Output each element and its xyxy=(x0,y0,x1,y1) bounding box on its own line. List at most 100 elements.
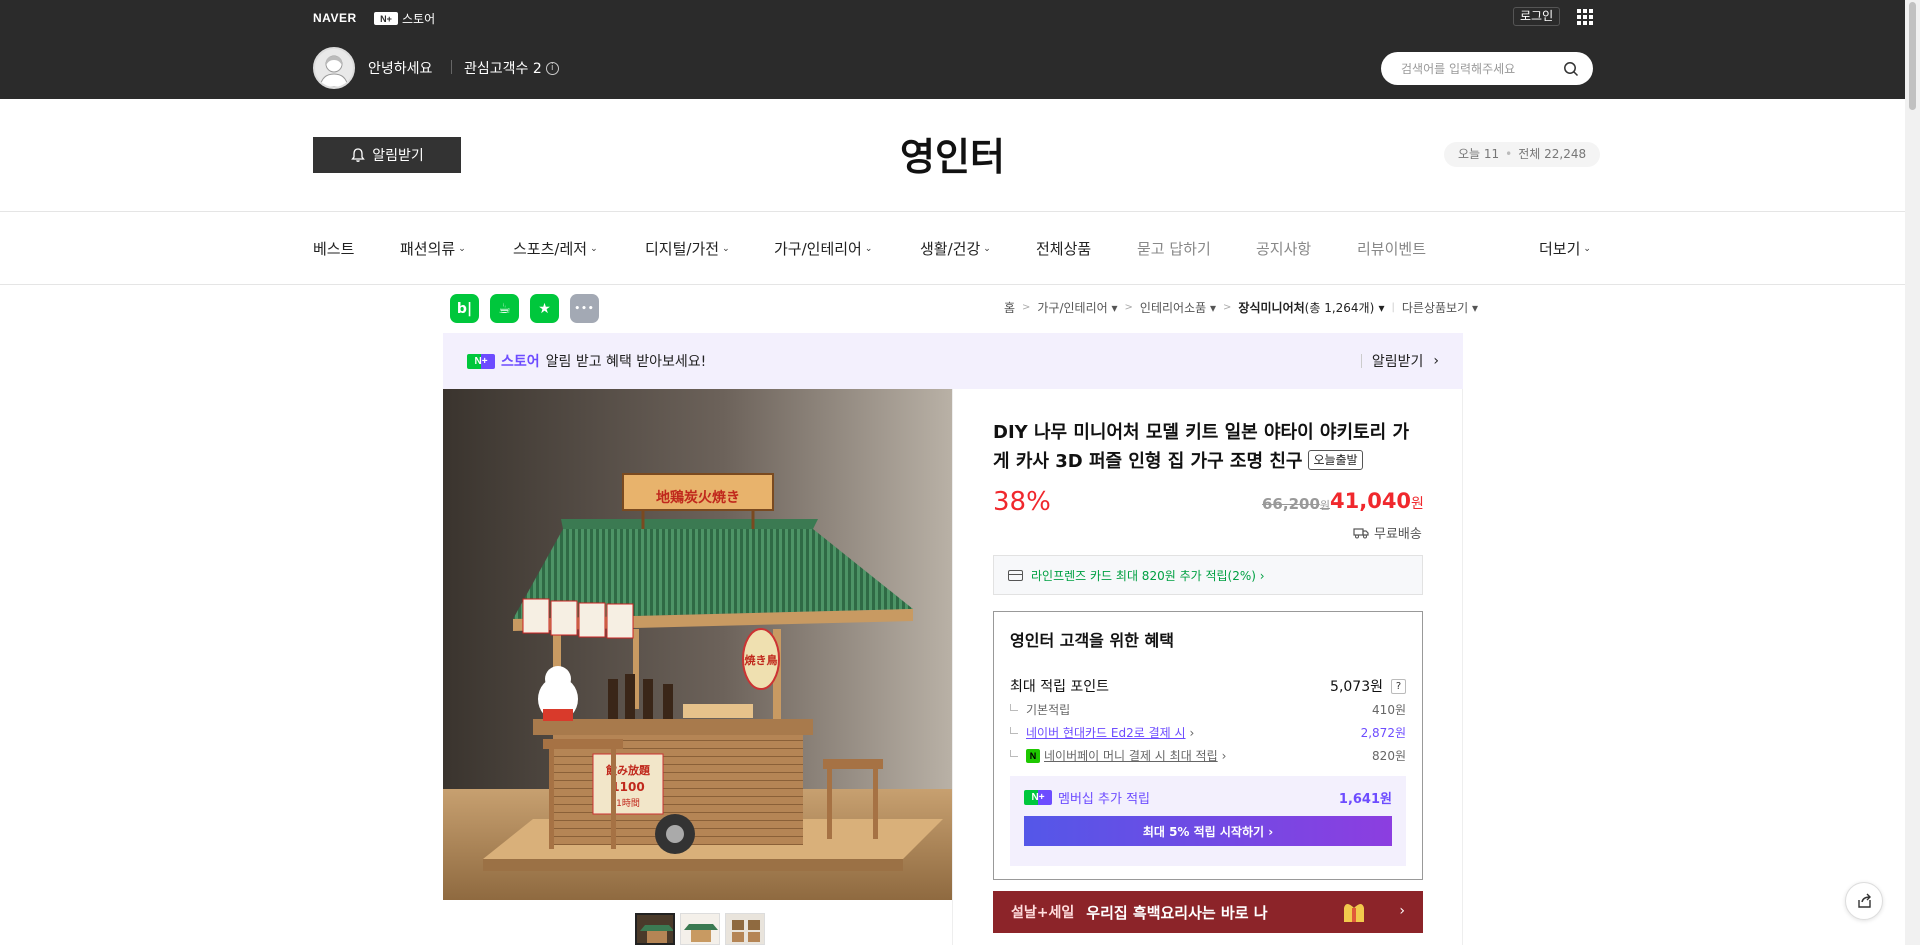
nav-item-all-products[interactable]: 전체상품 xyxy=(1036,238,1091,259)
thumbnail-image xyxy=(726,914,764,944)
naver-plus-icon: N+ xyxy=(1024,790,1052,805)
caret-down-icon: ▾ xyxy=(1471,301,1478,315)
search-icon[interactable] xyxy=(1563,61,1579,77)
card-benefit-link[interactable]: 라인프렌즈 카드 최대 820원 추가 적립(2%) › xyxy=(993,555,1423,595)
blog-share-icon[interactable]: b| xyxy=(450,294,479,323)
sale-price-value: 41,040 xyxy=(1330,489,1412,513)
bookmark-share-icon[interactable]: ★ xyxy=(530,294,559,323)
sale-tag: 설날+세일 xyxy=(1011,905,1075,921)
follower-count: 관심고객수 2 i xyxy=(464,58,559,78)
share-button[interactable] xyxy=(1845,882,1883,920)
naver-plus-icon: N+ xyxy=(374,12,398,25)
nav-item-more[interactable]: 더보기 ⌄ xyxy=(1539,238,1591,259)
breadcrumb-cat3[interactable]: 장식미니어처(총 1,264개) ▾ xyxy=(1238,299,1384,316)
breadcrumb-home[interactable]: 홈 xyxy=(1004,299,1015,316)
nav-item-living[interactable]: 생활/건강 ⌄ xyxy=(920,238,991,259)
naver-plus-icon: N+ xyxy=(467,353,495,369)
thumbnail-image xyxy=(681,914,719,944)
nav-item-sports[interactable]: 스포츠/레저 ⌄ xyxy=(513,238,598,259)
benefit-row-npay-money[interactable]: N 네이버페이 머니 결제 시 최대 적립 › 820원 xyxy=(1010,747,1406,764)
nav-item-furniture[interactable]: 가구/인테리어 ⌄ xyxy=(774,238,872,259)
benefit-row-basic: 기본적립 410원 xyxy=(1010,701,1406,718)
scrollbar-thumb[interactable] xyxy=(1909,2,1916,110)
currency-unit: 원 xyxy=(1411,496,1424,512)
store-label: 스토어 xyxy=(501,354,540,370)
nav-label: 공지사항 xyxy=(1256,240,1312,258)
search-box xyxy=(1381,52,1593,85)
help-icon[interactable]: ? xyxy=(1391,678,1406,694)
apps-grid-icon[interactable] xyxy=(1577,9,1593,25)
store-name[interactable]: 영인터 xyxy=(0,126,1905,181)
info-icon[interactable]: i xyxy=(545,61,559,75)
thumbnail[interactable] xyxy=(725,913,765,945)
today-ship-badge: 오늘출발 xyxy=(1308,450,1363,470)
benefit-row-label[interactable]: 네이버 현대카드 Ed2로 결제 시 xyxy=(1026,724,1186,741)
breadcrumb-cat2[interactable]: 인테리어소품 ▾ xyxy=(1140,299,1216,316)
chevron-down-icon: ⌄ xyxy=(722,243,730,254)
notify-message: N+ 스토어 알림 받고 혜택 받아보세요! xyxy=(467,351,706,371)
visitors-today: 오늘 11 xyxy=(1458,147,1500,161)
notify-subscribe-link[interactable]: 알림받기 › xyxy=(1360,351,1439,371)
naver-plus-store-logo[interactable]: N+ 스토어 xyxy=(374,10,435,27)
top-bar: NAVER N+ 스토어 로그인 안녕하세요 관심고객수 2 i xyxy=(0,0,1905,99)
thumbnail-image xyxy=(637,915,673,943)
sale-event-banner[interactable]: 설날+세일 우리집 흑백요리사는 바로 나 › xyxy=(993,891,1423,933)
breadcrumb-label: 다른상품보기 xyxy=(1401,301,1469,315)
nav-label: 묻고 답하기 xyxy=(1137,240,1211,258)
nav-item-digital[interactable]: 디지털/가전 ⌄ xyxy=(645,238,730,259)
thumbnail[interactable] xyxy=(635,913,675,945)
benefit-row-label[interactable]: 네이버페이 머니 결제 시 최대 적립 xyxy=(1044,747,1218,764)
benefit-box: 영인터 고객을 위한 혜택 최대 적립 포인트 5,073원? 기본적립 410… xyxy=(993,611,1423,880)
product-main-image[interactable]: 地鶏炭火焼き 焼き鳥 飲み放題 1100 1時間 xyxy=(443,389,952,900)
notify-action-label: 알림받기 xyxy=(1371,354,1424,370)
yatai-miniature-image: 地鶏炭火焼き 焼き鳥 飲み放題 1100 1時間 xyxy=(443,389,952,900)
cafe-glyph: ☕ xyxy=(498,300,511,317)
tree-elbow-icon xyxy=(1010,726,1018,734)
nav-label: 더보기 xyxy=(1539,240,1581,258)
breadcrumb-cat1[interactable]: 가구/인테리어 ▾ xyxy=(1037,299,1117,316)
avatar[interactable] xyxy=(313,47,355,89)
login-button[interactable]: 로그인 xyxy=(1513,7,1561,26)
blog-glyph: b| xyxy=(456,300,473,317)
visitors-separator: • xyxy=(1505,147,1513,161)
membership-value: 1,641원 xyxy=(1338,792,1392,807)
breadcrumb: 홈 > 가구/인테리어 ▾ > 인테리어소품 ▾ > 장식미니어처(총 1,26… xyxy=(1004,299,1478,316)
breadcrumb-label: 장식미니어처 xyxy=(1238,301,1305,315)
membership-start-button[interactable]: 최대 5% 적립 시작하기 › xyxy=(1024,816,1392,846)
store-label: 스토어 xyxy=(402,12,436,26)
currency-unit: 원 xyxy=(1319,499,1331,512)
benefit-title: 영인터 고객을 위한 혜택 xyxy=(1010,631,1174,650)
naver-pay-icon: N xyxy=(1026,748,1040,763)
front-sign-price: 1100 xyxy=(611,780,644,794)
chevron-down-icon: ⌄ xyxy=(1583,243,1591,254)
thumbnail[interactable] xyxy=(680,913,720,945)
shipping-label: 무료배송 xyxy=(1374,527,1422,542)
nav-item-qna[interactable]: 묻고 답하기 xyxy=(1137,238,1211,259)
max-points-value: 5,073원 xyxy=(1330,679,1383,695)
breadcrumb-other-products[interactable]: 다른상품보기 ▾ xyxy=(1402,299,1478,316)
follower-label: 관심고객수 2 xyxy=(464,61,542,77)
chevron-right-icon: › xyxy=(1433,353,1439,369)
notify-banner: N+ 스토어 알림 받고 혜택 받아보세요! 알림받기 › xyxy=(443,333,1463,389)
top-sign-text: 地鶏炭火焼き xyxy=(656,489,740,506)
more-share-icon[interactable]: ••• xyxy=(570,294,599,323)
header-divider xyxy=(0,211,1905,212)
credit-card-icon xyxy=(1008,569,1023,581)
nav-item-review-event[interactable]: 리뷰이벤트 xyxy=(1357,238,1426,259)
cafe-share-icon[interactable]: ☕ xyxy=(490,294,519,323)
naver-logo[interactable]: NAVER xyxy=(313,11,357,25)
lantern-text: 焼き鳥 xyxy=(745,653,778,667)
gift-decoration-icon xyxy=(1344,904,1364,922)
nav-item-notice[interactable]: 공지사항 xyxy=(1256,238,1311,259)
caret-down-icon: ▾ xyxy=(1111,301,1118,315)
breadcrumb-label: 인테리어소품 xyxy=(1139,301,1207,315)
benefit-row-hyundai-card[interactable]: 네이버 현대카드 Ed2로 결제 시 › 2,872원 xyxy=(1010,724,1406,741)
vertical-scrollbar[interactable] xyxy=(1905,0,1920,945)
nav-item-best[interactable]: 베스트 xyxy=(313,238,354,259)
greeting-text: 안녕하세요 xyxy=(368,61,433,77)
nav-item-fashion[interactable]: 패션의류 ⌄ xyxy=(400,238,466,259)
share-icon xyxy=(1858,893,1871,908)
visitor-count: 오늘 11 • 전체 22,248 xyxy=(1444,142,1601,167)
search-input[interactable] xyxy=(1401,52,1561,85)
nav-label: 디지털/가전 xyxy=(645,240,720,258)
